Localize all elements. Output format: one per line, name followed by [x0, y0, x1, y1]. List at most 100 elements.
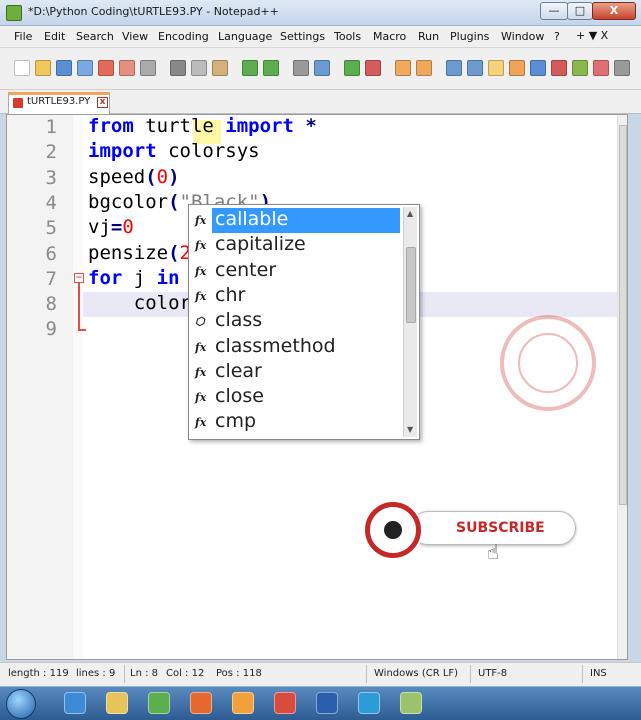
autocomplete-item[interactable]: fx clear [193, 360, 403, 385]
zoom-out-icon[interactable] [365, 60, 381, 76]
folder-workspace-icon[interactable] [572, 60, 588, 76]
menu-tools[interactable]: Tools [334, 30, 361, 43]
status-eol[interactable]: Windows (CR LF) [374, 668, 458, 679]
code-line: import colorsys [88, 140, 260, 165]
function-icon: fx [195, 289, 207, 303]
autocomplete-item[interactable]: fx capitalize [193, 233, 403, 258]
minimize-button[interactable]: — [540, 2, 568, 20]
autocomplete-label: cmp [215, 410, 257, 433]
start-button[interactable] [6, 689, 36, 719]
menu-macro[interactable]: Macro [373, 30, 406, 43]
status-position: Pos : 118 [216, 668, 262, 679]
zoom-in-icon[interactable] [344, 60, 360, 76]
internet-explorer-icon[interactable] [64, 692, 86, 714]
autocomplete-label: classmethod [215, 334, 336, 357]
word-icon[interactable] [316, 692, 338, 714]
menu-extra-controls[interactable]: + ▼ X [576, 29, 608, 42]
close-all-icon[interactable] [119, 60, 135, 76]
code-line: speed(0) [88, 166, 180, 191]
menu-window[interactable]: Window [501, 30, 544, 43]
status-insert-mode[interactable]: INS [590, 668, 607, 679]
open-file-icon[interactable] [35, 60, 51, 76]
autocomplete-item[interactable]: fx close [193, 385, 403, 410]
autocomplete-item[interactable]: fx callable [193, 208, 403, 233]
word-wrap-icon[interactable] [446, 60, 462, 76]
tab-label: tURTLE93.PY [27, 96, 91, 107]
sync-vertical-icon[interactable] [395, 60, 411, 76]
menu-file[interactable]: File [14, 30, 32, 43]
menu-language[interactable]: Language [218, 30, 272, 43]
function-list-icon[interactable] [551, 60, 567, 76]
code-token: for [88, 266, 123, 289]
document-map-icon[interactable] [530, 60, 546, 76]
firefox-icon[interactable] [232, 692, 254, 714]
menu-encoding[interactable]: Encoding [158, 30, 209, 43]
autocomplete-item[interactable]: fx chr [193, 284, 403, 309]
media-player-icon[interactable] [190, 692, 212, 714]
paste-icon[interactable] [212, 60, 228, 76]
vertical-scrollbar[interactable] [617, 115, 627, 659]
code-token: import [88, 140, 157, 163]
copy-icon[interactable] [191, 60, 207, 76]
autocomplete-scrollbar[interactable]: ▲ ▼ [403, 207, 417, 437]
maximize-button[interactable]: □ [567, 2, 593, 20]
new-file-icon[interactable] [14, 60, 30, 76]
scroll-down-icon[interactable]: ▼ [407, 425, 413, 434]
watermark-inner-ring [518, 333, 578, 393]
code-token: 0 [122, 216, 134, 239]
redo-icon[interactable] [263, 60, 279, 76]
user-language-icon[interactable] [509, 60, 525, 76]
menu-search[interactable]: Search [76, 30, 114, 43]
windows-taskbar [0, 686, 641, 720]
undo-icon[interactable] [242, 60, 258, 76]
autocomplete-item[interactable]: fx center [193, 259, 403, 284]
find-icon[interactable] [293, 60, 309, 76]
code-token: j [122, 266, 157, 289]
save-icon[interactable] [56, 60, 72, 76]
fold-margin [73, 115, 83, 659]
show-all-characters-icon[interactable] [467, 60, 483, 76]
autocomplete-popup[interactable]: fx callable fx capitalize fx center fx chr ⬡ clas… [188, 204, 420, 440]
code-token: ( [145, 165, 157, 188]
autocomplete-item[interactable]: fx cmp [193, 410, 403, 435]
menu-edit[interactable]: Edit [44, 30, 65, 43]
function-icon: fx [195, 214, 207, 227]
code-token: from [88, 115, 134, 137]
replace-icon[interactable] [314, 60, 330, 76]
menu-help[interactable]: ? [554, 30, 560, 43]
close-file-icon[interactable] [98, 60, 114, 76]
status-encoding[interactable]: UTF-8 [478, 668, 507, 679]
code-token: colorsys [156, 140, 260, 163]
tab-turtle93[interactable]: tURTLE93.PY x [8, 92, 110, 114]
close-icon[interactable]: x [97, 97, 108, 108]
autocomplete-item[interactable]: fx classmethod [193, 335, 403, 360]
print-icon[interactable] [140, 60, 156, 76]
video-capture-icon[interactable] [358, 692, 380, 714]
status-separator [366, 665, 367, 683]
notepad-plus-plus-taskbar-icon[interactable] [400, 692, 422, 714]
close-button[interactable]: X [592, 2, 636, 20]
autocomplete-label: close [215, 385, 264, 408]
indent-guide-icon[interactable] [488, 60, 504, 76]
scroll-up-icon[interactable]: ▲ [407, 209, 413, 218]
fold-collapse-icon[interactable]: − [74, 273, 84, 283]
chrome-icon[interactable] [274, 692, 296, 714]
camtasia-icon[interactable] [148, 692, 170, 714]
menu-run[interactable]: Run [418, 30, 439, 43]
play-macro-icon[interactable] [614, 60, 630, 76]
code-token: ( [168, 241, 180, 264]
save-all-icon[interactable] [77, 60, 93, 76]
menu-settings[interactable]: Settings [280, 30, 325, 43]
autocomplete-item[interactable]: ⬡ class [193, 309, 403, 334]
scrollbar-thumb[interactable] [619, 125, 627, 505]
menu-view[interactable]: View [122, 30, 148, 43]
cut-icon[interactable] [170, 60, 186, 76]
record-macro-icon[interactable] [593, 60, 609, 76]
line-number: 2 [45, 141, 57, 164]
sync-horizontal-icon[interactable] [416, 60, 432, 76]
file-explorer-icon[interactable] [106, 692, 128, 714]
autocomplete-scroll-thumb[interactable] [406, 247, 416, 323]
code-token: speed [88, 165, 146, 188]
menu-plugins[interactable]: Plugins [450, 30, 489, 43]
